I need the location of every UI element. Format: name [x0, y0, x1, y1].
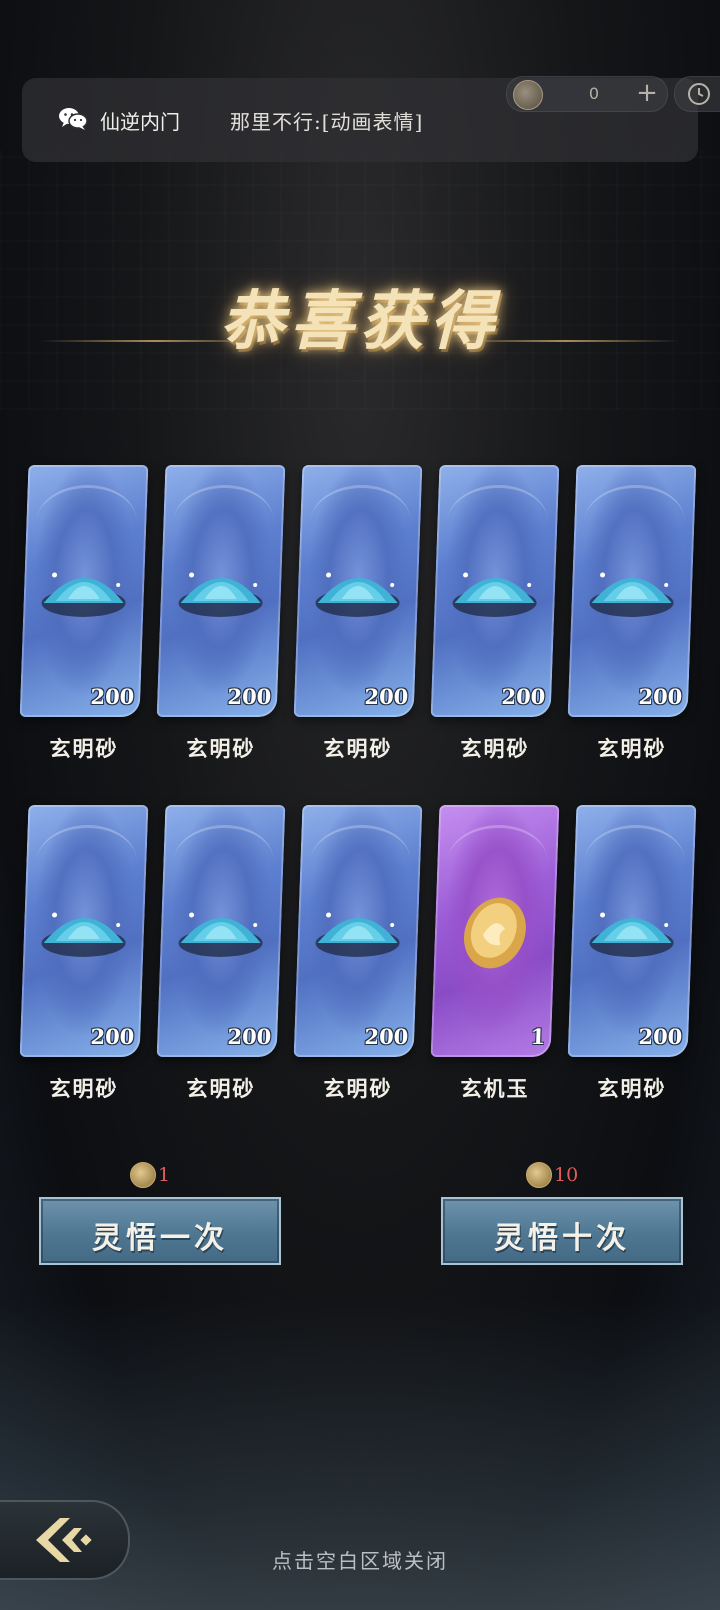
item-name: 玄明砂 [49, 1076, 119, 1101]
jade-item-icon [443, 885, 546, 975]
sand-item-icon [32, 545, 135, 635]
reward-card[interactable]: 200 玄明砂 [293, 805, 423, 1101]
cost-coin-icon [130, 1162, 156, 1188]
card-face: 200 [293, 805, 423, 1057]
sand-item-icon [306, 545, 409, 635]
item-quantity: 200 [501, 684, 546, 709]
draw-once-button[interactable]: 灵悟一次 [39, 1197, 281, 1265]
single-cost-amount: 1 [158, 1164, 171, 1186]
card-face: 200 [156, 805, 286, 1057]
card-face: 200 [567, 465, 697, 717]
item-name: 玄明砂 [597, 736, 667, 761]
reward-grid: 200 玄明砂 200 玄明砂 200 玄明砂 200 玄明砂 200 玄明砂 200 玄明砂 200 玄… [0, 0, 720, 1610]
reward-card[interactable]: 1 玄机玉 [430, 805, 560, 1101]
item-name: 玄明砂 [186, 736, 256, 761]
sand-item-icon [580, 545, 683, 635]
reward-card[interactable]: 200 玄明砂 [19, 465, 149, 761]
item-quantity: 200 [638, 684, 683, 709]
sand-item-icon [32, 885, 135, 975]
sand-item-icon [443, 545, 546, 635]
item-name: 玄机玉 [460, 1076, 530, 1101]
item-name: 玄明砂 [323, 736, 393, 761]
close-hint: 点击空白区域关闭 [272, 1549, 448, 1573]
item-quantity: 200 [90, 1024, 135, 1049]
cost-coin-icon [526, 1162, 552, 1188]
reward-card[interactable]: 200 玄明砂 [156, 465, 286, 761]
item-quantity: 1 [530, 1024, 546, 1049]
draw-ten-label: 灵悟十次 [494, 1221, 630, 1256]
reward-card[interactable]: 200 玄明砂 [293, 465, 423, 761]
item-quantity: 200 [638, 1024, 683, 1049]
card-face: 200 [293, 465, 423, 717]
item-name: 玄明砂 [323, 1076, 393, 1101]
reward-card[interactable]: 200 玄明砂 [567, 465, 697, 761]
sand-item-icon [580, 885, 683, 975]
item-quantity: 200 [364, 1024, 409, 1049]
reward-card[interactable]: 200 玄明砂 [19, 805, 149, 1101]
card-face: 200 [430, 465, 560, 717]
item-name: 玄明砂 [460, 736, 530, 761]
draw-ten-button[interactable]: 灵悟十次 [441, 1197, 683, 1265]
reward-card[interactable]: 200 玄明砂 [567, 805, 697, 1101]
item-name: 玄明砂 [49, 736, 119, 761]
card-face: 200 [19, 465, 149, 717]
item-quantity: 200 [227, 1024, 272, 1049]
ten-cost-amount: 10 [554, 1164, 579, 1186]
item-name: 玄明砂 [597, 1076, 667, 1101]
sand-item-icon [169, 885, 272, 975]
item-quantity: 200 [364, 684, 409, 709]
reward-card[interactable]: 200 玄明砂 [156, 805, 286, 1101]
card-face: 200 [567, 805, 697, 1057]
sand-item-icon [306, 885, 409, 975]
sand-item-icon [169, 545, 272, 635]
reward-card[interactable]: 200 玄明砂 [430, 465, 560, 761]
card-face: 200 [156, 465, 286, 717]
item-quantity: 200 [227, 684, 272, 709]
item-name: 玄明砂 [186, 1076, 256, 1101]
item-quantity: 200 [90, 684, 135, 709]
card-face: 200 [19, 805, 149, 1057]
draw-once-label: 灵悟一次 [92, 1221, 228, 1256]
card-face: 1 [430, 805, 560, 1057]
